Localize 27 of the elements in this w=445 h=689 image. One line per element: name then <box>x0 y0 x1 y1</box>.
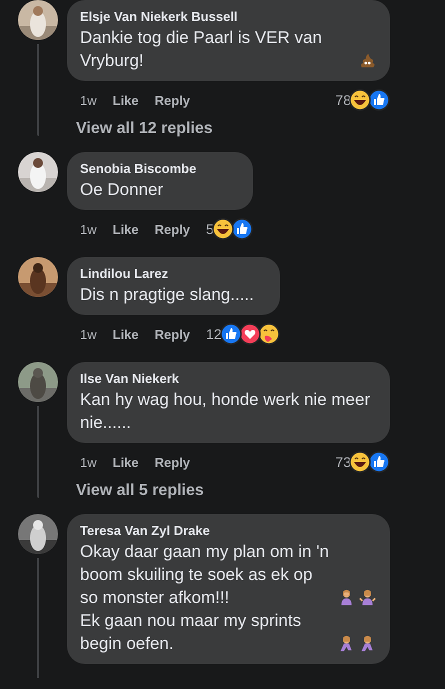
reply-link[interactable]: Reply <box>154 326 190 342</box>
timestamp[interactable]: 1w <box>80 326 97 342</box>
comment-text: Dankie tog die Paarl is VER van Vryburg! <box>80 27 323 72</box>
reply-link[interactable]: Reply <box>154 92 190 108</box>
reply-link[interactable]: Reply <box>154 222 190 236</box>
view-replies-link[interactable]: View all 12 replies <box>76 120 213 138</box>
comment-text: Kan hy wag hou, honde werk nie meer nie...... <box>80 389 372 434</box>
like-link[interactable]: Like <box>112 222 139 236</box>
like-link[interactable]: Like <box>112 454 139 470</box>
comment-text: Okay daar gaan my plan om in 'n boom skuiling te soek as ek op so monster afkom!!! <box>80 541 330 609</box>
timestamp[interactable]: 1w <box>80 222 97 236</box>
timestamp[interactable]: 1w <box>80 454 97 470</box>
author-name[interactable]: Teresa Van Zyl Drake <box>80 522 376 540</box>
author-name[interactable]: Lindilou Larez <box>80 265 266 283</box>
like-link[interactable]: Like <box>112 326 139 342</box>
reaction-count[interactable]: 5 <box>206 221 214 237</box>
reply-link[interactable]: Reply <box>154 454 190 470</box>
author-name[interactable]: Elsje Van Niekerk Bussell <box>80 8 376 26</box>
timestamp[interactable]: 1w <box>80 92 97 108</box>
comment-text: Oe Donner <box>80 179 164 201</box>
author-name[interactable]: Senobia Biscombe <box>80 160 239 178</box>
comment-text: Ek gaan nou maar my sprints begin oefen. <box>80 610 302 655</box>
reaction-count[interactable]: 12 <box>206 326 222 342</box>
like-link[interactable]: Like <box>112 92 139 108</box>
view-replies-link[interactable]: View all 5 replies <box>76 482 204 500</box>
author-name[interactable]: Ilse Van Niekerk <box>80 370 376 388</box>
comment-text: Dis n pragtige slang..... <box>80 284 254 306</box>
